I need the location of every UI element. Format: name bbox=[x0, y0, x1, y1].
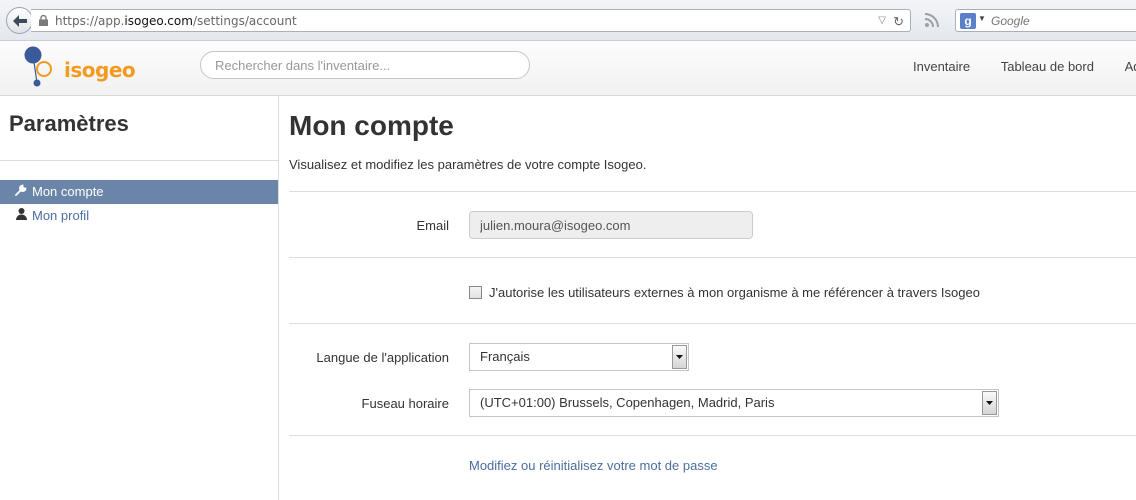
section-divider bbox=[289, 323, 1136, 324]
sidebar-item-label: Mon profil bbox=[32, 208, 90, 223]
rss-icon[interactable] bbox=[924, 12, 940, 28]
timezone-select[interactable]: (UTC+01:00) Brussels, Copenhagen, Madrid… bbox=[469, 389, 999, 417]
nav-inventaire[interactable]: Inventaire bbox=[913, 59, 970, 74]
inventory-search-input[interactable] bbox=[200, 51, 530, 79]
settings-sidebar: Paramètres Mon compte Mon profil bbox=[0, 96, 279, 500]
url-prefix: https://app. bbox=[55, 14, 125, 28]
address-bar[interactable]: https://app.isogeo.com/settings/account … bbox=[31, 9, 911, 32]
reload-icon[interactable]: ↻ bbox=[893, 14, 904, 30]
nav-tableau-de-bord[interactable]: Tableau de bord bbox=[1001, 59, 1094, 74]
account-settings: Mon compte Visualisez et modifiez les pa… bbox=[289, 96, 1136, 500]
main-nav: Inventaire Tableau de bord Adr bbox=[913, 59, 1136, 74]
sidebar-item-mon-compte[interactable]: Mon compte bbox=[0, 180, 278, 204]
url-dropdown-icon[interactable]: ▽ bbox=[878, 15, 886, 26]
language-value: Français bbox=[480, 349, 530, 364]
sidebar-item-label: Mon compte bbox=[32, 184, 104, 199]
section-divider bbox=[289, 435, 1136, 436]
nav-administration[interactable]: Adr bbox=[1125, 59, 1136, 74]
google-icon: g bbox=[960, 13, 976, 29]
url-host: isogeo.com bbox=[124, 14, 193, 28]
timezone-value: (UTC+01:00) Brussels, Copenhagen, Madrid… bbox=[480, 395, 775, 410]
section-divider bbox=[289, 257, 1136, 258]
browser-toolbar: https://app.isogeo.com/settings/account … bbox=[0, 0, 1136, 41]
reset-password-link[interactable]: Modifiez ou réinitialisez votre mot de p… bbox=[469, 458, 718, 473]
caret-down-icon[interactable] bbox=[672, 345, 687, 369]
logo-text: isogeo bbox=[64, 58, 136, 82]
email-field[interactable] bbox=[469, 211, 753, 239]
sidebar-title: Paramètres bbox=[9, 111, 129, 136]
section-divider bbox=[289, 191, 1136, 192]
email-label: Email bbox=[416, 218, 449, 233]
wrench-icon bbox=[14, 180, 28, 204]
browser-search-box[interactable]: g ▼ Google bbox=[955, 9, 1136, 32]
url-text: https://app.isogeo.com/settings/account bbox=[55, 14, 297, 28]
sidebar-item-mon-profil[interactable]: Mon profil bbox=[0, 204, 278, 228]
external-referencing-checkbox[interactable] bbox=[469, 286, 482, 299]
checkbox-label: J'autorise les utilisateurs externes à m… bbox=[489, 285, 980, 300]
url-path: /settings/account bbox=[192, 14, 297, 28]
caret-down-icon[interactable] bbox=[982, 391, 997, 415]
isogeo-logo[interactable]: isogeo bbox=[22, 45, 136, 89]
back-button[interactable] bbox=[6, 7, 33, 34]
arrow-left-icon bbox=[12, 14, 27, 27]
page-title: Mon compte bbox=[289, 110, 454, 141]
search-engine-placeholder: Google bbox=[991, 14, 1030, 28]
page-subtitle: Visualisez et modifiez les paramètres de… bbox=[289, 157, 647, 172]
sidebar-divider bbox=[0, 160, 278, 161]
logo-mark-icon bbox=[24, 46, 52, 87]
language-select[interactable]: Français bbox=[469, 343, 689, 371]
user-icon bbox=[14, 204, 28, 228]
caret-down-icon[interactable]: ▼ bbox=[978, 14, 986, 23]
timezone-label: Fuseau horaire bbox=[361, 396, 449, 411]
language-label: Langue de l'application bbox=[316, 350, 449, 365]
app-navbar: isogeo Inventaire Tableau de bord Adr bbox=[0, 41, 1136, 96]
lock-icon bbox=[39, 15, 48, 26]
